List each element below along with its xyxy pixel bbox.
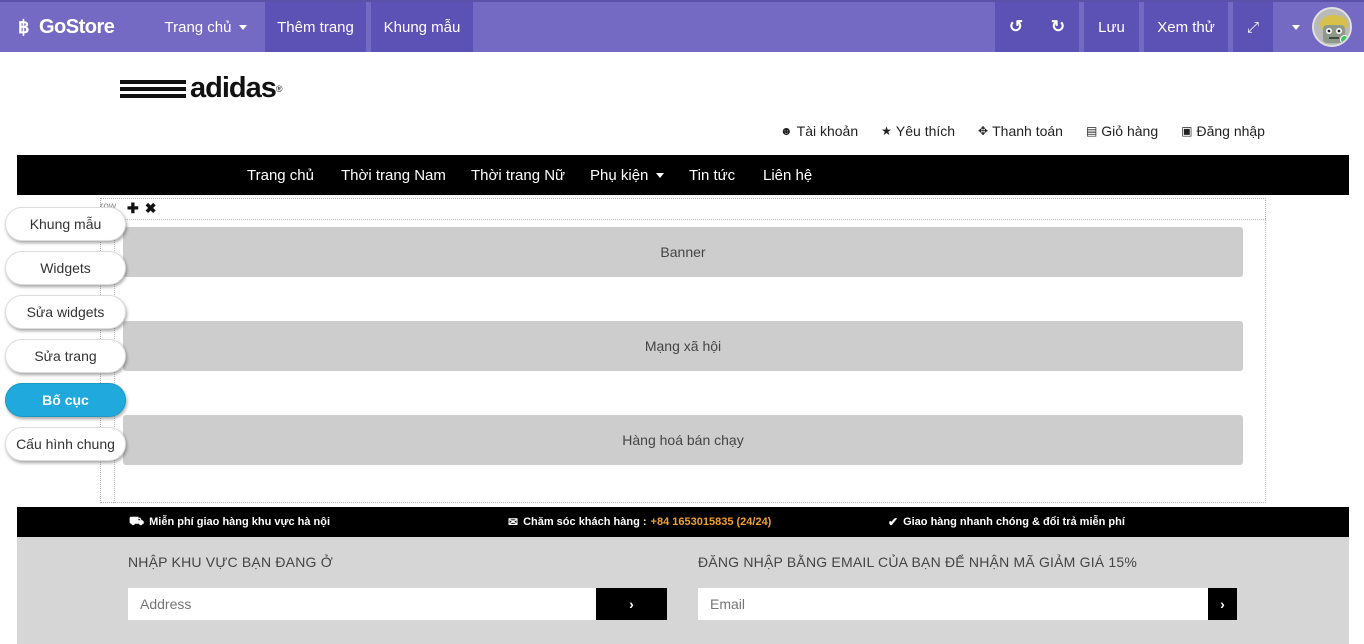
side-button-edit-page[interactable]: Sửa trang	[5, 339, 126, 373]
cart-link[interactable]: ▤ Giỏ hàng	[1086, 123, 1158, 139]
templates-button[interactable]: Khung mẫu	[371, 2, 473, 52]
info-shipping-text: Miễn phí giao hàng khu vực hà nội	[149, 516, 331, 528]
side-button-templates[interactable]: Khung mẫu	[5, 207, 126, 241]
side-button-label: Widgets	[40, 260, 91, 276]
info-fast-delivery: ✔ Giao hàng nhanh chóng & đổi trả miễn ph…	[888, 507, 1125, 537]
widget-block-social[interactable]: Mạng xã hội	[123, 321, 1243, 371]
lock-icon: ▣	[1181, 124, 1193, 138]
widget-block-bestsellers[interactable]: Hàng hoá bán chạy	[123, 415, 1243, 465]
chat-icon: ✉	[508, 515, 519, 529]
fullscreen-button[interactable]: ⤢	[1233, 2, 1273, 52]
crosshairs-icon: ✥	[978, 124, 989, 138]
info-support: ✉ Chăm sóc khách hàng : +84 1653015835 (24…	[508, 507, 771, 537]
chevron-down-icon	[1292, 24, 1300, 30]
side-button-widgets[interactable]: Widgets	[5, 251, 126, 285]
email-title: ĐĂNG NHẬP BẰNG EMAIL CỦA BẠN ĐỂ NHẬN MÃ …	[698, 554, 1138, 570]
nav-item-women[interactable]: Thời trang Nữ	[471, 155, 565, 195]
nav-item-news[interactable]: Tin tức	[689, 155, 735, 195]
nav-item-label: Thời trang Nữ	[471, 166, 566, 184]
undo-icon: ↺	[1008, 17, 1024, 36]
info-shipping: ⛟ Miễn phí giao hàng khu vực hà nội	[129, 507, 330, 537]
checkout-link-label: Thanh toán	[992, 123, 1063, 139]
logo-text: adidas	[190, 72, 277, 104]
templates-label: Khung mẫu	[383, 18, 461, 36]
star-icon: ★	[881, 124, 892, 138]
preview-label: Xem thử	[1157, 18, 1215, 36]
user-icon: ☻	[780, 124, 793, 138]
info-support-label: Chăm sóc khách hàng :	[523, 516, 647, 528]
redo-button[interactable]: ↻	[1037, 2, 1079, 52]
address-input[interactable]	[128, 588, 596, 620]
truck-icon: ⛟	[129, 514, 145, 528]
nav-item-accessories[interactable]: Phụ kiện	[590, 155, 665, 195]
nav-item-label: Phụ kiện	[590, 166, 649, 184]
preview-button[interactable]: Xem thử	[1144, 2, 1228, 52]
side-button-general-config[interactable]: Cấu hình chung	[5, 427, 126, 461]
chevron-down-icon	[656, 172, 665, 178]
check-icon: ✔	[888, 515, 899, 529]
nav-item-contact[interactable]: Liên hệ	[763, 155, 812, 195]
chevron-down-icon	[239, 24, 248, 30]
side-button-label: Khung mẫu	[29, 216, 102, 232]
main-navigation: Trang chủ Thời trang Nam Thời trang Nữ P…	[17, 155, 1349, 195]
login-link[interactable]: ▣ Đăng nhập	[1181, 123, 1265, 139]
widget-block-label: Banner	[660, 244, 706, 260]
logo-registered-mark: ®	[275, 83, 283, 94]
chevron-right-icon: ›	[1220, 596, 1225, 612]
side-button-layout[interactable]: Bố cục	[5, 383, 126, 417]
avatar[interactable]	[1312, 7, 1352, 47]
editor-toolbar: ฿ GoStore Trang chủ Thêm trang Khung mẫu…	[0, 0, 1364, 52]
remove-row-icon[interactable]: ✖	[145, 200, 157, 217]
widget-block-label: Hàng hoá bán chạy	[622, 432, 744, 448]
widget-block-banner[interactable]: Banner	[123, 227, 1243, 277]
account-link[interactable]: ☻ Tài khoản	[780, 123, 858, 139]
checkout-link[interactable]: ✥ Thanh toán	[978, 123, 1063, 139]
chevron-right-icon: ›	[629, 596, 634, 612]
email-submit-button[interactable]: ›	[1208, 588, 1237, 620]
side-button-label: Sửa trang	[34, 348, 97, 364]
nav-item-label: Trang chủ	[247, 166, 314, 184]
side-button-label: Bố cục	[42, 392, 89, 408]
nav-item-home[interactable]: Trang chủ	[247, 155, 314, 195]
account-links: ☻ Tài khoản ★ Yêu thích ✥ Thanh toán ▤ Giỏ h…	[780, 123, 1265, 139]
home-menu-label: Trang chủ	[164, 18, 232, 36]
nav-item-label: Thời trang Nam	[341, 166, 446, 184]
cart-link-label: Giỏ hàng	[1101, 123, 1159, 139]
logo-stripes	[120, 79, 186, 98]
home-menu[interactable]: Trang chủ	[151, 2, 261, 52]
wishlist-link[interactable]: ★ Yêu thích	[881, 123, 955, 139]
bitcoin-icon: ฿	[18, 16, 29, 37]
account-link-label: Tài khoản	[796, 123, 859, 139]
nav-item-label: Tin tức	[689, 166, 736, 184]
undo-button[interactable]: ↺	[995, 2, 1037, 52]
nav-item-men[interactable]: Thời trang Nam	[341, 155, 446, 195]
login-link-label: Đăng nhập	[1196, 123, 1265, 139]
region-title: NHẬP KHU VỰC BẠN ĐANG Ở	[128, 554, 333, 570]
side-button-label: Cấu hình chung	[16, 436, 115, 452]
add-page-button[interactable]: Thêm trang	[265, 2, 366, 52]
widget-block-label: Mạng xã hội	[644, 338, 722, 354]
support-phone[interactable]: +84 1653015835 (24/24)	[651, 516, 772, 528]
add-page-label: Thêm trang	[277, 18, 354, 36]
brand-name: GoStore	[38, 15, 115, 38]
add-row-icon[interactable]: ✚	[127, 200, 139, 217]
fullscreen-icon: ⤢	[1246, 18, 1259, 36]
online-status-indicator	[1340, 35, 1349, 44]
user-menu-toggle[interactable]	[1283, 2, 1309, 52]
brand[interactable]: ฿ GoStore	[18, 2, 115, 52]
save-label: Lưu	[1098, 18, 1125, 36]
nav-item-label: Liên hệ	[763, 166, 813, 184]
info-strip: ⛟ Miễn phí giao hàng khu vực hà nội ✉ Chăm…	[17, 507, 1349, 537]
info-fast-delivery-text: Giao hàng nhanh chóng & đổi trả miễn phí	[903, 516, 1125, 528]
side-button-label: Sửa widgets	[26, 304, 105, 320]
site-logo[interactable]: adidas ®	[120, 72, 283, 105]
address-submit-button[interactable]: ›	[596, 588, 667, 620]
wishlist-link-label: Yêu thích	[895, 123, 956, 139]
row-tools: ✚ ✖	[127, 200, 156, 217]
redo-icon: ↻	[1050, 17, 1066, 36]
side-button-edit-widgets[interactable]: Sửa widgets	[5, 295, 126, 329]
save-button[interactable]: Lưu	[1084, 2, 1139, 52]
cart-icon: ▤	[1085, 124, 1098, 138]
email-input[interactable]	[698, 588, 1208, 620]
